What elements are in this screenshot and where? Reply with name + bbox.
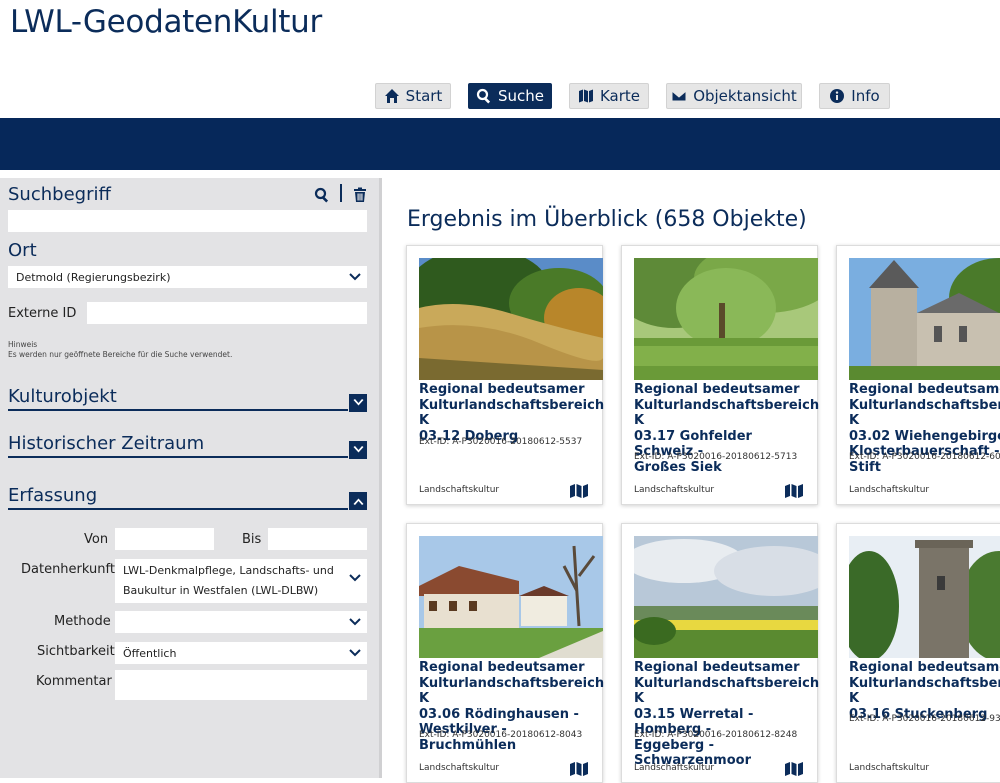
result-thumbnail[interactable]: [634, 258, 818, 380]
result-card[interactable]: Regional bedeutsamer Kulturlandschaftsbe…: [621, 245, 819, 505]
chevron-up-icon: [353, 498, 363, 505]
kommentar-label: Kommentar: [36, 674, 112, 689]
result-ext-id: Ext-ID: A-P3020016-20180612-5713: [634, 452, 798, 462]
kulturobjekt-heading[interactable]: Kulturobjekt: [8, 386, 117, 407]
map-icon[interactable]: [570, 484, 588, 498]
app-title: LWL-GeodatenKultur: [10, 4, 322, 40]
result-category: Landschaftskultur: [419, 485, 500, 495]
result-thumbnail[interactable]: [849, 536, 1000, 658]
externe-id-input[interactable]: [87, 302, 367, 324]
trash-icon[interactable]: [352, 187, 368, 203]
datenherkunft-select[interactable]: LWL-Denkmalpflege, Landschafts- und Bauk…: [115, 559, 367, 603]
result-thumbnail[interactable]: [634, 536, 818, 658]
bis-label: Bis: [242, 532, 262, 547]
result-card[interactable]: Regional bedeutsamer Kulturlandschaftsbe…: [406, 523, 604, 783]
main-navigation: Start Suche Karte Objektansicht Info: [0, 83, 1000, 109]
von-label: Von: [84, 532, 109, 547]
nav-objektansicht-button[interactable]: Objektansicht: [666, 83, 802, 109]
nav-info-label: Info: [851, 87, 880, 105]
map-icon: [578, 89, 593, 103]
result-thumbnail[interactable]: [419, 536, 603, 658]
info-icon: [830, 89, 845, 103]
result-ext-id: Ext-ID: A-P3020016-20180612-8043: [419, 730, 583, 740]
results-title: Ergebnis im Überblick (658 Objekte): [407, 207, 807, 232]
result-card[interactable]: Regional bedeutsamer Kulturlandschaftsbe…: [621, 523, 819, 783]
landscape-photo: [634, 536, 818, 658]
chevron-down-icon: [349, 649, 361, 657]
result-title[interactable]: Regional bedeutsamer Kulturlandschaftsbe…: [634, 660, 819, 769]
envelope-icon: [671, 90, 687, 102]
divider: [8, 456, 348, 458]
ort-select-value: Detmold (Regierungsbezirk): [16, 270, 171, 284]
nav-karte-label: Karte: [599, 87, 641, 105]
result-category: Landschaftskultur: [849, 763, 930, 773]
result-card[interactable]: Regional bedeutsamer Kulturlandschaftsbe…: [406, 245, 604, 505]
chevron-down-icon: [349, 273, 361, 281]
divider: [8, 508, 348, 510]
kulturobjekt-expand-button[interactable]: [349, 394, 367, 412]
methode-select[interactable]: [115, 611, 367, 633]
result-thumbnail[interactable]: [419, 258, 603, 380]
suchbegriff-input[interactable]: [8, 210, 367, 232]
kommentar-textarea[interactable]: [115, 670, 367, 700]
ort-select[interactable]: Detmold (Regierungsbezirk): [8, 266, 367, 288]
result-category: Landschaftskultur: [849, 485, 930, 495]
result-title[interactable]: Regional bedeutsamer Kulturlandschaftsbe…: [849, 660, 1000, 722]
result-category: Landschaftskultur: [634, 485, 715, 495]
erfassung-heading[interactable]: Erfassung: [8, 485, 97, 506]
result-thumbnail[interactable]: [849, 258, 1000, 380]
result-category: Landschaftskultur: [419, 763, 500, 773]
nav-start-label: Start: [405, 87, 443, 105]
result-card[interactable]: Regional bedeutsamer Kulturlandschaftsbe…: [836, 245, 1000, 505]
zeitraum-heading[interactable]: Historischer Zeitraum: [8, 433, 204, 454]
landscape-photo: [634, 258, 818, 380]
map-icon[interactable]: [570, 762, 588, 776]
externe-id-label: Externe ID: [8, 306, 77, 321]
nav-suche-button[interactable]: Suche: [468, 83, 552, 109]
result-ext-id: Ext-ID: A-P3020016-20180612-935: [849, 714, 1000, 724]
chevron-down-icon: [349, 574, 361, 582]
map-icon[interactable]: [785, 484, 803, 498]
sichtbarkeit-label: Sichtbarkeit: [37, 644, 115, 659]
search-sidebar: Suchbegriff Ort Detmold (Regierungsbezir…: [0, 178, 382, 778]
nav-karte-button[interactable]: Karte: [569, 83, 649, 109]
home-icon: [384, 89, 399, 103]
chevron-down-icon: [353, 446, 363, 453]
church-photo: [849, 258, 1000, 380]
methode-label: Methode: [54, 614, 111, 629]
hint-text: Es werden nur geöffnete Bereiche für die…: [8, 350, 233, 359]
search-icon[interactable]: [314, 187, 330, 203]
suchbegriff-heading: Suchbegriff: [8, 184, 111, 205]
chevron-down-icon: [349, 618, 361, 626]
divider: [8, 409, 348, 411]
nav-info-button[interactable]: Info: [819, 83, 890, 109]
header-banner: [0, 118, 1000, 170]
landscape-photo: [419, 258, 603, 380]
result-category: Landschaftskultur: [634, 763, 715, 773]
tower-photo: [849, 536, 1000, 658]
divider: [340, 184, 342, 202]
map-icon[interactable]: [785, 762, 803, 776]
sichtbarkeit-select[interactable]: Öffentlich: [115, 642, 367, 664]
result-ext-id: Ext-ID: A-P3020016-20180612-8248: [634, 730, 798, 740]
datenherkunft-select-value: LWL-Denkmalpflege, Landschafts- und Bauk…: [123, 564, 334, 597]
result-ext-id: Ext-ID: A-P3020016-20180612-602: [849, 452, 1000, 462]
zeitraum-expand-button[interactable]: [349, 441, 367, 459]
search-icon: [476, 88, 491, 104]
result-card[interactable]: Regional bedeutsamer Kulturlandschaftsbe…: [836, 523, 1000, 783]
nav-suche-label: Suche: [497, 87, 544, 105]
bis-input[interactable]: [268, 528, 367, 550]
sichtbarkeit-select-value: Öffentlich: [123, 646, 177, 660]
von-input[interactable]: [115, 528, 214, 550]
farmhouse-photo: [419, 536, 603, 658]
erfassung-collapse-button[interactable]: [349, 492, 367, 510]
chevron-down-icon: [353, 399, 363, 406]
datenherkunft-label: Datenherkunft: [21, 562, 115, 577]
hint-title: Hinweis: [8, 340, 38, 349]
result-ext-id: Ext-ID: A-P3020016-20180612-5537: [419, 437, 583, 447]
ort-heading: Ort: [8, 240, 37, 261]
nav-start-button[interactable]: Start: [375, 83, 451, 109]
nav-objektansicht-label: Objektansicht: [693, 87, 797, 105]
result-title[interactable]: Regional bedeutsamer Kulturlandschaftsbe…: [419, 382, 604, 444]
